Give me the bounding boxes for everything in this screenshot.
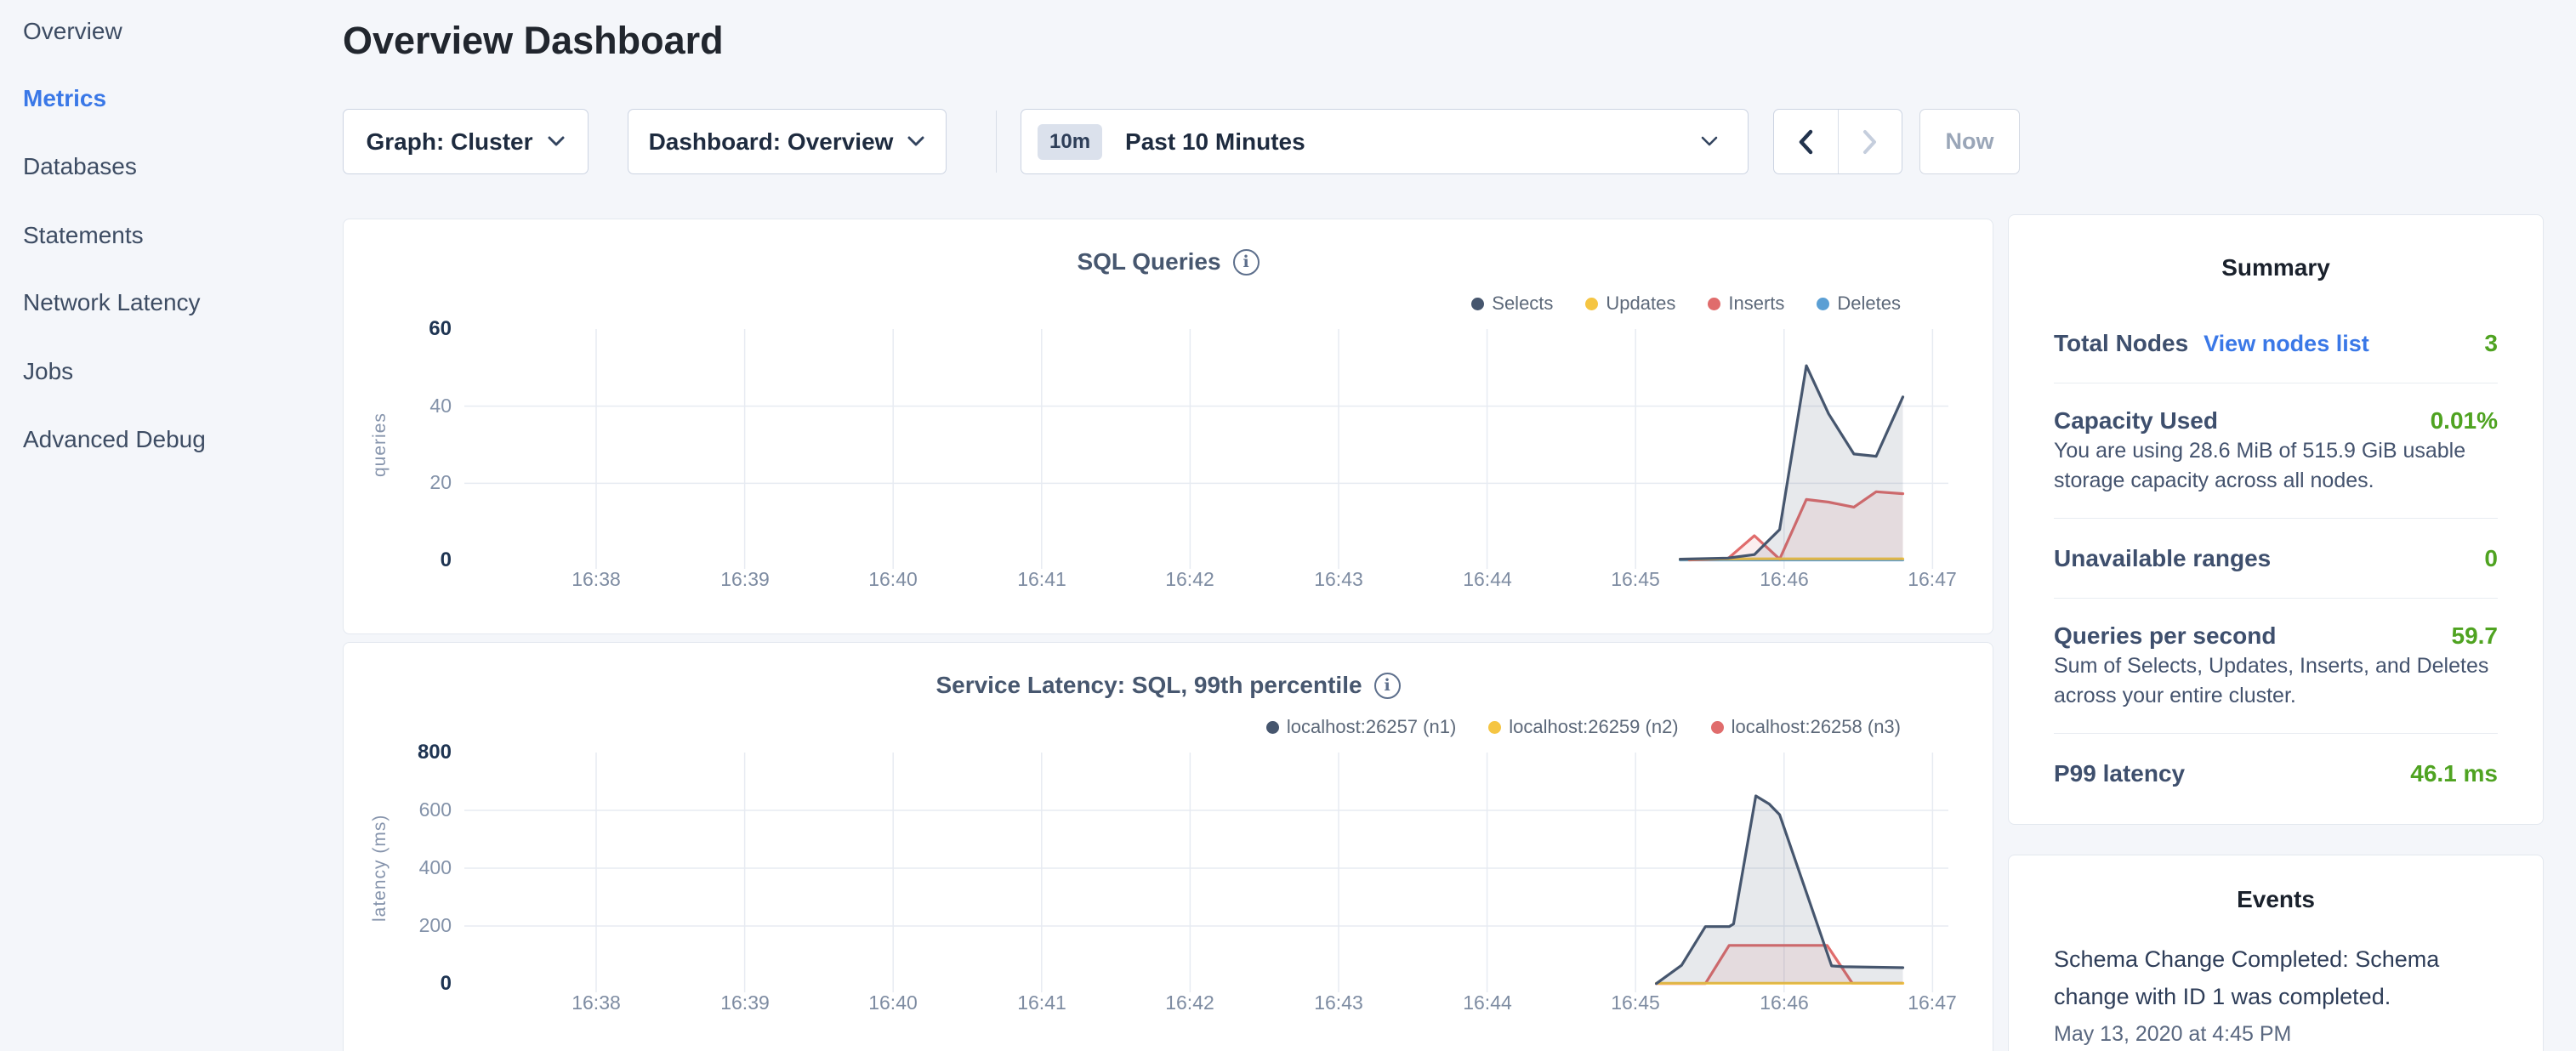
x-axis-tick-label: 16:42 [1139, 568, 1241, 591]
x-axis-tick-label: 16:41 [991, 991, 1093, 1014]
chevron-right-icon [1862, 129, 1878, 155]
y-axis-tick-label: 200 [344, 914, 452, 937]
x-axis-tick-label: 16:44 [1436, 991, 1538, 1014]
x-axis-tick-label: 16:45 [1584, 991, 1686, 1014]
y-axis-tick-label: 40 [344, 395, 452, 418]
next-time-range-button[interactable] [1839, 110, 1902, 173]
chart-plot[interactable] [344, 219, 1994, 611]
y-axis-tick-label: 600 [344, 798, 452, 821]
service-latency-chart-card: Service Latency: SQL, 99th percentile i … [343, 642, 1993, 1051]
x-axis-tick-label: 16:47 [1881, 568, 1983, 591]
summary-row-label: Total Nodes [2054, 330, 2188, 357]
x-axis-tick-label: 16:40 [842, 568, 944, 591]
now-button[interactable]: Now [1919, 109, 2020, 174]
app-root: Overview Metrics Databases Statements Ne… [0, 0, 2576, 1051]
summary-row-subtext: You are using 28.6 MiB of 515.9 GiB usab… [2054, 436, 2520, 496]
sidebar-item-statements[interactable]: Statements [23, 220, 144, 251]
summary-row-p99-latency: P99 latency 46.1 ms [2054, 760, 2498, 787]
summary-row-unavailable-ranges: Unavailable ranges 0 [2054, 545, 2498, 572]
time-range-label: Past 10 Minutes [1125, 128, 1305, 156]
time-range-selector[interactable]: 10m Past 10 Minutes [1021, 109, 1749, 174]
sidebar-item-metrics[interactable]: Metrics [23, 83, 106, 114]
summary-title: Summary [2009, 254, 2543, 281]
x-axis-tick-label: 16:47 [1881, 991, 1983, 1014]
x-axis-tick-label: 16:42 [1139, 991, 1241, 1014]
x-axis-tick-label: 16:38 [545, 568, 647, 591]
dashboard-dropdown-label: Dashboard: Overview [649, 128, 894, 156]
divider [2054, 733, 2498, 734]
x-axis-tick-label: 16:41 [991, 568, 1093, 591]
summary-row-label: Unavailable ranges [2054, 545, 2271, 572]
sidebar-item-overview[interactable]: Overview [23, 16, 122, 47]
summary-row-value: 0.01% [2431, 407, 2498, 435]
x-axis-tick-label: 16:46 [1733, 568, 1835, 591]
summary-row-label: Capacity Used [2054, 407, 2218, 435]
x-axis-tick-label: 16:44 [1436, 568, 1538, 591]
chevron-down-icon [1700, 136, 1719, 147]
chevron-down-icon [547, 136, 566, 147]
summary-row-subtext: Sum of Selects, Updates, Inserts, and De… [2054, 651, 2520, 711]
prev-time-range-button[interactable] [1774, 110, 1839, 173]
page-title: Overview Dashboard [343, 19, 724, 63]
chart-plot[interactable] [344, 643, 1994, 1034]
chevron-left-icon [1798, 129, 1813, 155]
chevron-down-icon [907, 136, 925, 147]
x-axis-tick-label: 16:46 [1733, 991, 1835, 1014]
y-axis-tick-label: 20 [344, 471, 452, 494]
sql-queries-chart-card: SQL Queries i SelectsUpdatesInsertsDelet… [343, 219, 1993, 634]
sidebar-item-databases[interactable]: Databases [23, 151, 137, 182]
x-axis-tick-label: 16:39 [694, 991, 796, 1014]
toolbar-divider [996, 111, 997, 173]
y-axis-tick-label: 60 [344, 317, 452, 341]
x-axis-tick-label: 16:40 [842, 991, 944, 1014]
graph-scope-dropdown-label: Graph: Cluster [366, 128, 532, 156]
events-panel: Events Schema Change Completed: Schema c… [2008, 855, 2544, 1051]
sidebar-item-advanced-debug[interactable]: Advanced Debug [23, 424, 206, 455]
x-axis-tick-label: 16:38 [545, 991, 647, 1014]
summary-row-value: 46.1 ms [2410, 760, 2498, 787]
summary-row-value: 0 [2484, 545, 2498, 572]
x-axis-tick-label: 16:43 [1288, 991, 1390, 1014]
summary-row-total-nodes: Total Nodes View nodes list 3 [2054, 330, 2498, 357]
x-axis-tick-label: 16:39 [694, 568, 796, 591]
y-axis-tick-label: 800 [344, 741, 452, 764]
event-timestamp: May 13, 2020 at 4:45 PM [2054, 1022, 2291, 1047]
y-axis-tick-label: 0 [344, 548, 452, 572]
divider [2054, 598, 2498, 599]
summary-row-value: 59.7 [2452, 622, 2499, 650]
sidebar-item-network-latency[interactable]: Network Latency [23, 287, 201, 318]
summary-row-value: 3 [2484, 330, 2498, 357]
dashboard-dropdown[interactable]: Dashboard: Overview [628, 109, 947, 174]
view-nodes-list-link[interactable]: View nodes list [2204, 331, 2369, 357]
summary-row-queries-per-second: Queries per second 59.7 [2054, 622, 2498, 650]
time-range-badge: 10m [1038, 124, 1102, 160]
summary-panel: Summary Total Nodes View nodes list 3 Ca… [2008, 214, 2544, 825]
sidebar-item-jobs[interactable]: Jobs [23, 356, 73, 387]
events-title: Events [2009, 886, 2543, 913]
time-range-pager [1773, 109, 1902, 174]
y-axis-tick-label: 0 [344, 972, 452, 996]
divider [2054, 518, 2498, 519]
summary-row-capacity-used: Capacity Used 0.01% [2054, 407, 2498, 435]
y-axis-tick-label: 400 [344, 856, 452, 879]
summary-row-label: Queries per second [2054, 622, 2276, 650]
graph-scope-dropdown[interactable]: Graph: Cluster [343, 109, 589, 174]
event-description: Schema Change Completed: Schema change w… [2054, 940, 2486, 1015]
x-axis-tick-label: 16:45 [1584, 568, 1686, 591]
summary-row-label: P99 latency [2054, 760, 2185, 787]
x-axis-tick-label: 16:43 [1288, 568, 1390, 591]
